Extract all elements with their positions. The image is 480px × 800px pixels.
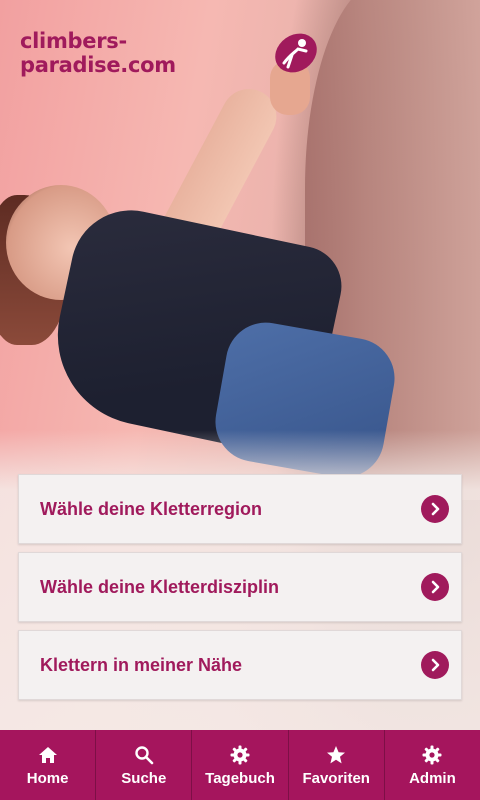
tab-label: Home: [26, 769, 69, 787]
logo-text: climbers-paradise.com: [20, 29, 176, 77]
star-icon: [326, 744, 346, 766]
tab-tagebuch[interactable]: Tagebuch: [192, 730, 289, 800]
chevron-right-icon: [421, 495, 449, 523]
search-icon: [134, 744, 154, 766]
chevron-right-icon: [421, 573, 449, 601]
tab-label: Favoriten: [302, 769, 370, 787]
menu-item-label: Klettern in meiner Nähe: [40, 654, 243, 675]
menu-item-kletterregion[interactable]: Wähle deine Kletterregion: [18, 474, 462, 544]
menu-item-label: Wähle deine Kletterregion: [40, 498, 263, 519]
tab-label: Tagebuch: [205, 769, 275, 787]
tab-favoriten[interactable]: Favoriten: [289, 730, 385, 800]
tab-admin[interactable]: Admin: [385, 730, 480, 800]
tab-suche[interactable]: Suche: [96, 730, 193, 800]
menu-item-label: Wähle deine Kletterdisziplin: [40, 576, 280, 597]
chevron-right-icon: [421, 651, 449, 679]
menu-item-kletterdisziplin[interactable]: Wähle deine Kletterdisziplin: [18, 552, 462, 622]
gear-icon: [422, 744, 442, 766]
brand-logo: climbers-paradise.com: [20, 28, 320, 78]
home-icon: [38, 744, 58, 766]
gear-icon: [230, 744, 250, 766]
climber-logo-icon: [272, 29, 320, 77]
tab-label: Suche: [121, 769, 167, 787]
main-menu: Wähle deine Kletterregion Wähle deine Kl…: [18, 474, 462, 708]
bottom-tab-bar: Home Suche Tagebuch Favoriten Admin: [0, 730, 480, 800]
tab-home[interactable]: Home: [0, 730, 97, 800]
tab-label: Admin: [409, 769, 456, 787]
menu-item-in-meiner-naehe[interactable]: Klettern in meiner Nähe: [18, 630, 462, 700]
